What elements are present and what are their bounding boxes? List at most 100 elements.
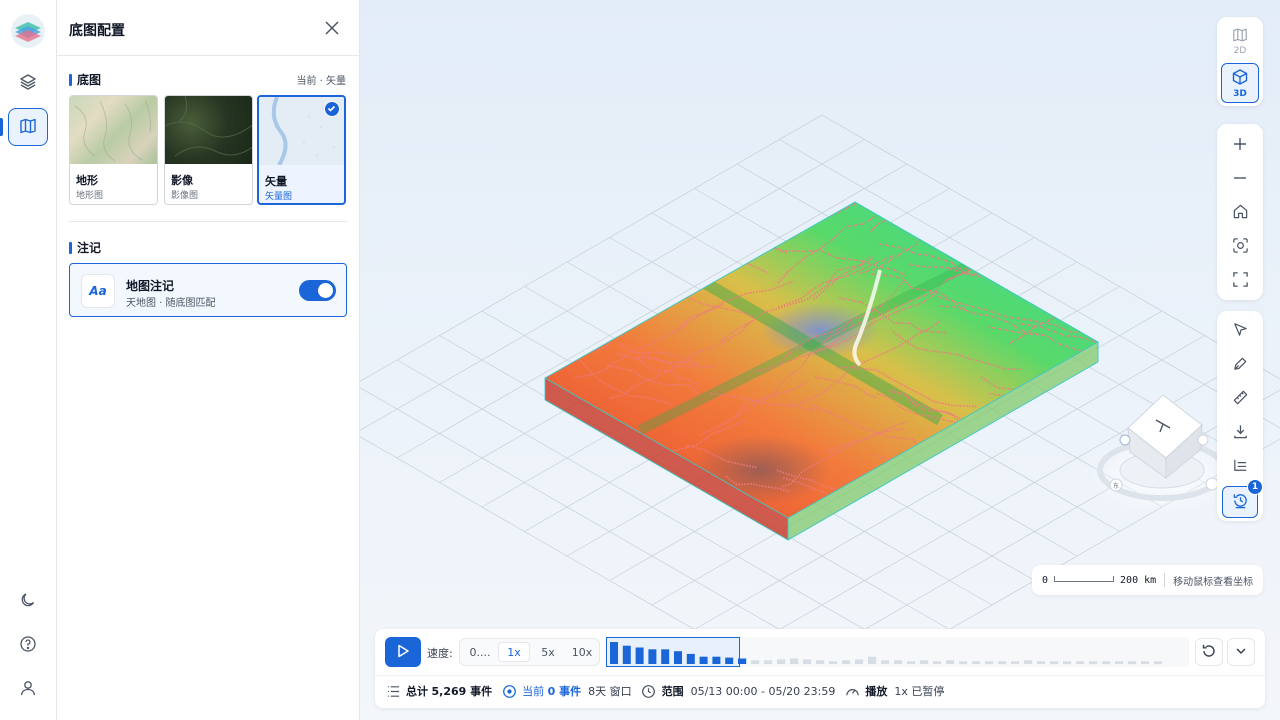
clock-icon [641,683,657,699]
speed-option-10x[interactable]: 10x [566,642,598,662]
histogram-bar [674,651,682,664]
speed-label: 速度: [427,647,453,660]
scale-separator [1164,573,1166,587]
gauge-icon [844,683,860,699]
histogram-bar [842,660,851,664]
speed-option-1x[interactable]: 1x [498,642,530,662]
vector-option-name: 矢量 [265,175,287,188]
select-tool-button[interactable] [1222,316,1258,346]
histogram-bar [1050,661,1059,665]
focus-view-button[interactable] [1222,232,1258,262]
histogram-bar [751,660,760,664]
download-icon [1232,423,1249,443]
histogram-bar [777,659,786,664]
panel-header: 底图配置 [57,0,359,56]
play-button[interactable] [385,637,421,667]
history-button[interactable]: 1 [1222,479,1263,518]
user-button[interactable] [8,670,48,708]
timeline-panel: 速度: 0.... 1x 5x 10x 总计 5,269 事件 当前 0 事件 … [375,629,1265,708]
range-value: 05/13 00:00 - 05/20 23:59 [690,684,836,698]
speed-option-5x[interactable]: 5x [532,642,564,662]
layers-icon [19,73,37,94]
histogram-bar [725,657,734,664]
basemap-option-terrain[interactable]: 地形 地形图 [69,95,158,205]
collapse-button[interactable] [1227,638,1255,666]
section-divider [69,221,347,222]
speed-option-custom[interactable]: 0.... [464,642,496,662]
view-2d-label: 2D [1233,45,1247,56]
histogram-bar [946,660,955,664]
fullscreen-icon [1232,271,1249,291]
annotation-subtitle: 天地图 · 随底图匹配 [126,298,216,309]
view-mode-group: 2D 3D [1217,17,1263,106]
tree-list-icon [1232,457,1249,477]
download-button[interactable] [1222,418,1258,448]
pen-icon [1232,355,1249,375]
total-value: 5,269 事件 [431,685,493,698]
histogram-bar [1076,661,1085,665]
terrain-thumbnail [70,96,157,164]
list-icon [385,683,401,699]
histogram-bar [1037,661,1046,665]
histogram-bar [972,661,981,665]
current-value: 0 事件 [547,685,582,698]
timeline-divider [375,675,1265,676]
histogram-bar [959,661,968,665]
history-icon [1232,492,1249,512]
close-icon [323,21,341,40]
zoom-in-button[interactable] [1222,130,1258,160]
toggle-knob [318,283,333,298]
ruler-icon [1232,389,1249,409]
view-3d-button[interactable]: 3D [1221,63,1259,103]
focus-icon [1232,237,1249,257]
histogram-bar [1011,661,1020,665]
annotation-section-title: 注记 [77,241,102,255]
target-icon [501,683,517,699]
user-icon [19,679,37,700]
histogram-bar [998,661,1007,665]
histogram-bar [699,656,708,664]
window-length: 8天 窗口 [588,685,632,698]
section-accent [69,241,72,254]
draw-tool-button[interactable] [1222,350,1258,380]
theme-toggle-button[interactable] [8,582,48,620]
measure-tool-button[interactable] [1222,384,1258,414]
view-2d-button[interactable]: 2D [1221,21,1259,61]
help-button[interactable] [8,626,48,664]
close-button[interactable] [323,19,341,37]
legend-button[interactable] [1222,452,1258,482]
basemap-config-panel: 底图配置 底图 当前 · 矢量 地形 地形图 影像 影像图 矢量 矢量图 注记 … [57,0,360,720]
reset-button[interactable] [1195,638,1223,666]
histogram-bar [829,661,838,665]
speed-selector: 0.... 1x 5x 10x [459,638,600,666]
range-label: 范围 [661,685,684,698]
chevron-down-icon [1234,644,1248,661]
histogram-bar [1141,661,1150,665]
layers-button[interactable] [8,64,48,102]
home-button[interactable] [1222,198,1258,228]
event-histogram[interactable] [606,637,1189,667]
play-icon [395,643,411,662]
annotation-title: 地图注记 [126,279,175,293]
imagery-option-name: 影像 [171,174,193,187]
annotation-toggle[interactable] [299,280,336,301]
zoom-out-button[interactable] [1222,164,1258,194]
help-icon [19,635,37,656]
moon-icon [19,591,37,612]
histogram-bar [622,645,631,664]
basemap-option-imagery[interactable]: 影像 影像图 [164,95,253,205]
basemap-button[interactable] [8,108,48,146]
histogram-bar [1024,660,1033,664]
histogram-bar [1089,661,1098,665]
coordinate-hint: 移动鼠标查看坐标 [1173,576,1254,588]
basemap-option-vector[interactable]: 矢量 矢量图 [257,95,346,205]
vector-option-sub: 矢量图 [265,192,293,202]
histogram-bar [661,649,670,664]
cursor-icon [1232,321,1249,341]
text-icon: Aa [81,274,115,308]
selected-check-icon [324,101,340,117]
fullscreen-button[interactable] [1222,266,1258,296]
histogram-bar [985,661,994,665]
map-canvas[interactable]: 东 [360,0,1280,720]
playback-value: 1x 已暂停 [894,685,945,698]
